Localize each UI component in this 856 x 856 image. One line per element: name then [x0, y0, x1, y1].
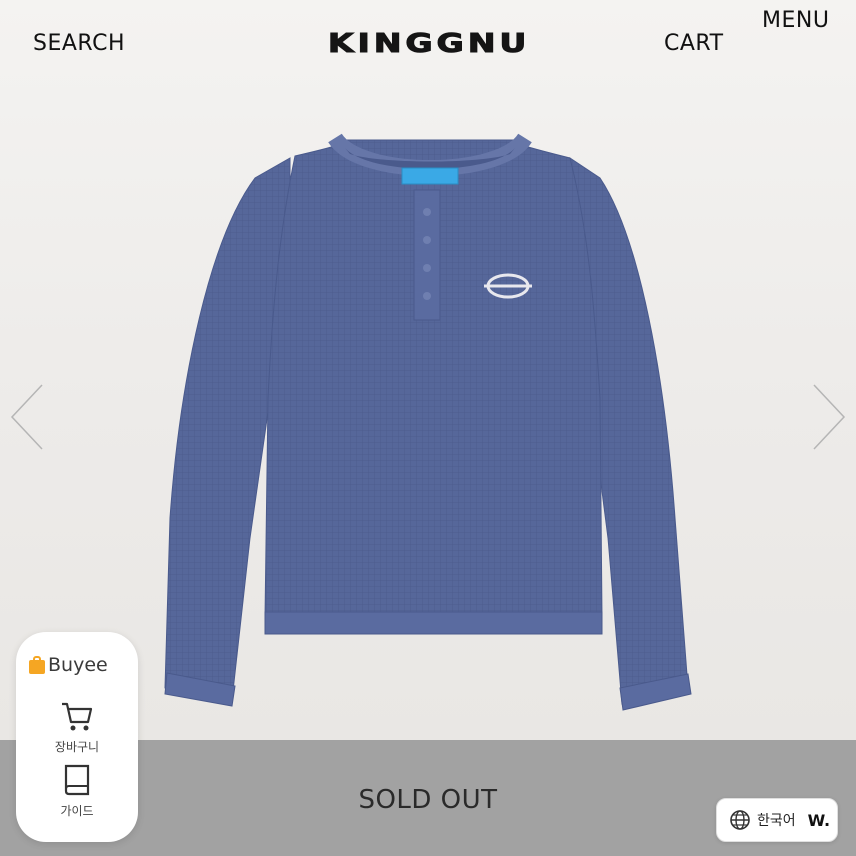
buyee-logo[interactable]: Buyee	[28, 654, 108, 676]
book-icon	[64, 764, 90, 796]
product-image	[164, 132, 692, 711]
w-brand-mark: W.	[807, 810, 831, 830]
brand-logo[interactable]: KINGGNU	[318, 27, 540, 61]
shopping-cart-icon	[62, 702, 93, 731]
language-button[interactable]: 한국어 W.	[716, 798, 838, 842]
buyee-guide-button[interactable]: 가이드	[16, 762, 138, 819]
top-navigation: SEARCH KINGGNU CART MENU	[0, 0, 856, 90]
cart-label: 장바구니	[54, 740, 100, 754]
chevron-right-icon[interactable]	[812, 383, 846, 451]
menu-link[interactable]: MENU	[762, 8, 829, 33]
language-label: 한국어	[757, 813, 796, 829]
buyee-widget: Buyee 장바구니 가이드	[16, 632, 138, 842]
search-link[interactable]: SEARCH	[33, 31, 125, 56]
buyee-bag-icon	[29, 656, 45, 674]
globe-icon	[730, 810, 750, 830]
chevron-left-icon[interactable]	[10, 383, 44, 451]
guide-label: 가이드	[60, 804, 94, 818]
brand-logo-text: KINGGNU	[327, 29, 531, 60]
buyee-cart-button[interactable]: 장바구니	[16, 698, 138, 755]
cart-link[interactable]: CART	[664, 31, 724, 56]
buyee-brand: Buyee	[48, 654, 108, 676]
